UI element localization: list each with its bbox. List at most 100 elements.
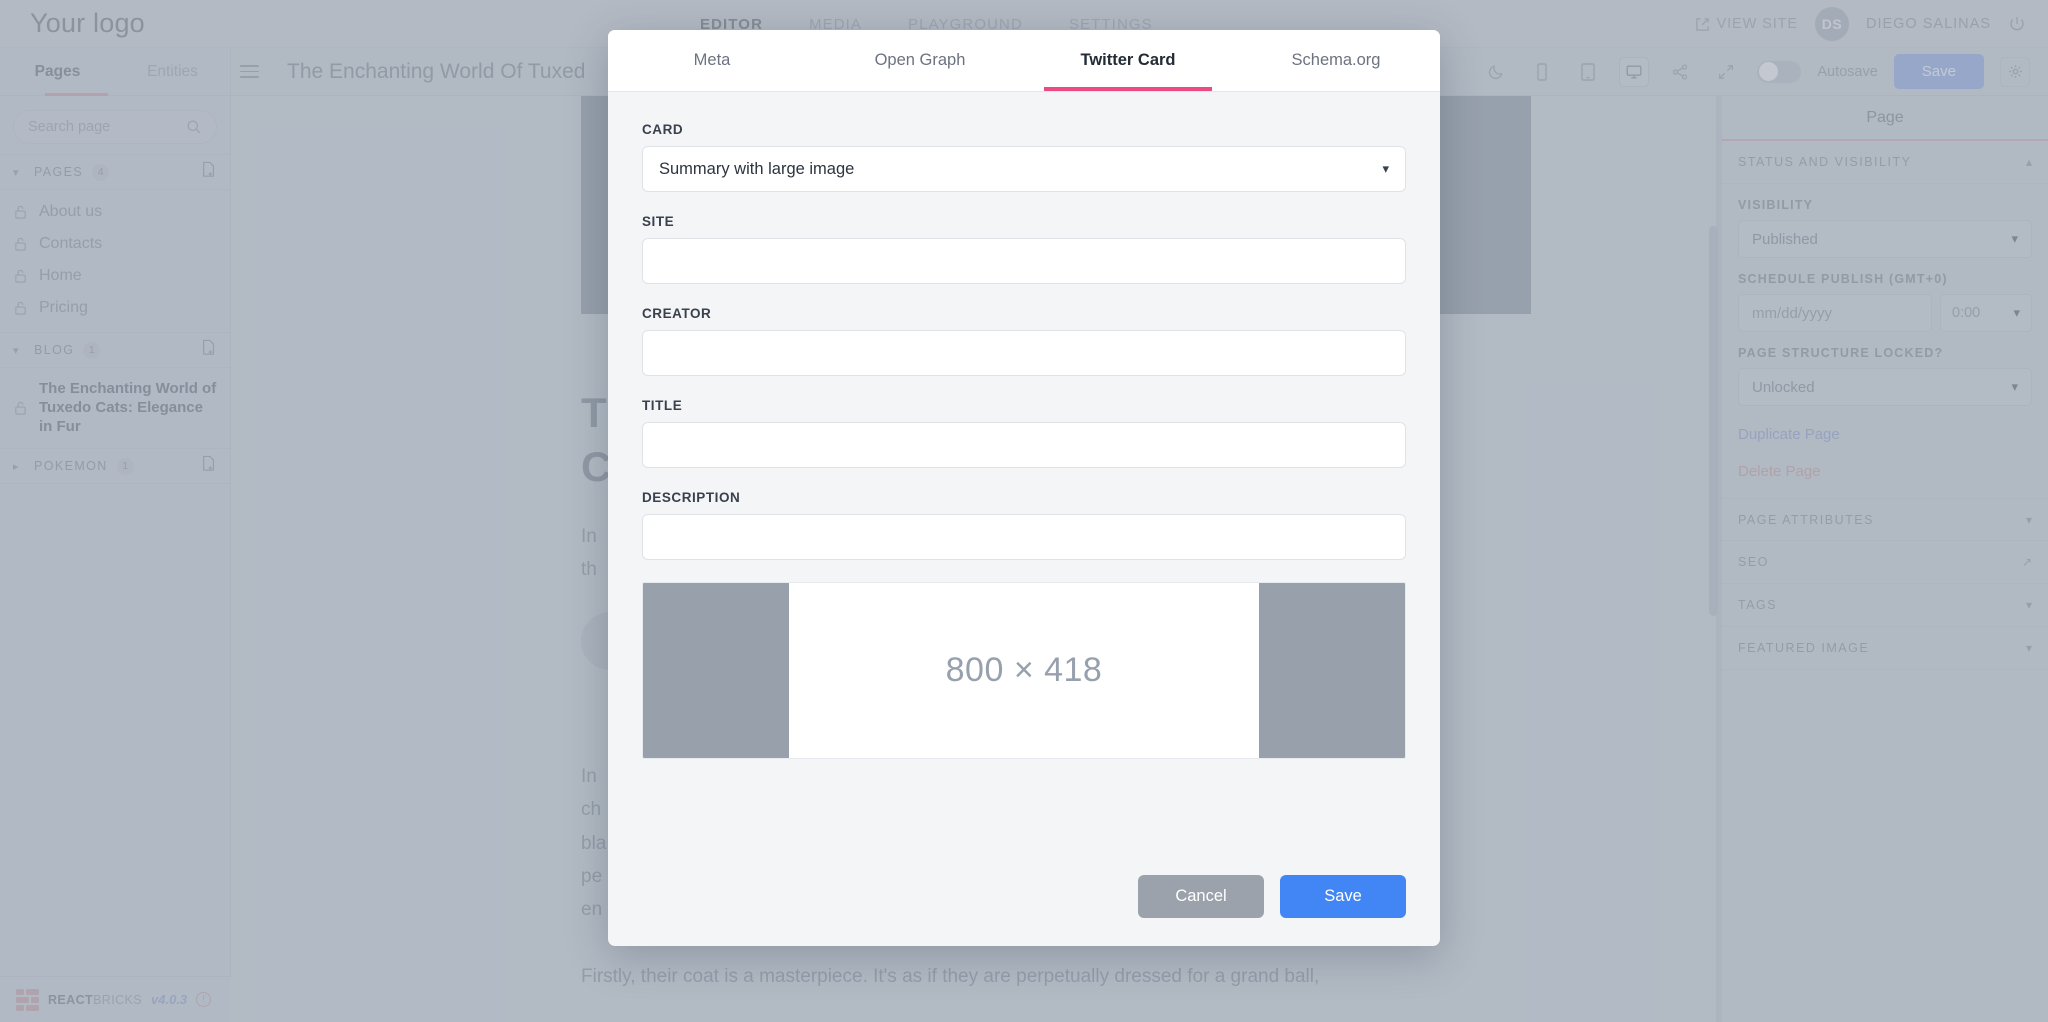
site-input[interactable] (642, 238, 1406, 284)
page-label: Home (39, 267, 82, 284)
view-site-button[interactable]: VIEW SITE (1695, 16, 1798, 32)
tablet-preview-icon[interactable] (1573, 57, 1603, 87)
pages-list: About us Contacts Home Pricing (0, 190, 230, 332)
add-page-icon[interactable] (201, 161, 217, 183)
page-structure-locked-select[interactable]: Unlocked ▾ (1738, 368, 2032, 406)
time-value: 0:00 (1952, 305, 1981, 321)
duplicate-page-link[interactable]: Duplicate Page (1738, 426, 2032, 443)
page-list-item[interactable]: Pricing (0, 292, 230, 324)
sidebar-tab-pages[interactable]: Pages (0, 48, 115, 95)
chevron-down-icon: ▾ (1382, 161, 1389, 176)
left-sidebar: Pages Entities Search page ▾ PAGES 4 Abo… (0, 48, 231, 1022)
menu-icon[interactable] (240, 65, 259, 78)
power-icon[interactable] (2008, 15, 2026, 33)
field-description: DESCRIPTION (642, 490, 1406, 560)
user-name[interactable]: DIEGO SALINAS (1866, 16, 1991, 32)
right-panel: Page STATUS AND VISIBILITY ▴ VISIBILITY … (1709, 96, 2048, 1022)
sidebar-section-pages[interactable]: ▾ PAGES 4 (0, 154, 230, 190)
external-link-icon: ↗ (2021, 555, 2032, 569)
field-title: TITLE (642, 398, 1406, 468)
description-input[interactable] (642, 514, 1406, 560)
field-label: CARD (642, 122, 684, 137)
fullscreen-icon[interactable] (1711, 57, 1741, 87)
sidebar-section-pokemon[interactable]: ▸ POKEMON 1 (0, 448, 230, 485)
schedule-date-input[interactable]: mm/dd/yyyy (1738, 294, 1932, 332)
title-input[interactable] (642, 422, 1406, 468)
section-tags[interactable]: TAGS ▾ (1722, 584, 2048, 627)
section-seo[interactable]: SEO ↗ (1722, 541, 2048, 584)
app-logo[interactable]: Your logo (30, 8, 145, 39)
chevron-down-icon: ▾ (2025, 641, 2032, 655)
section-label: PAGE ATTRIBUTES (1738, 512, 1874, 527)
dark-mode-icon[interactable] (1481, 57, 1511, 87)
sidebar-section-count: 1 (116, 457, 134, 475)
save-button-toolbar[interactable]: Save (1893, 54, 1984, 89)
sidebar-section-blog[interactable]: ▾ BLOG 1 (0, 332, 230, 368)
page-list-item-selected[interactable]: The Enchanting World of Tuxedo Cats: Ele… (0, 368, 230, 448)
creator-input[interactable] (642, 330, 1406, 376)
gear-icon[interactable] (2000, 56, 2030, 87)
page-list-item[interactable]: Home (0, 260, 230, 292)
version-label: v4.0.3 (151, 992, 188, 1007)
add-page-icon[interactable] (201, 339, 217, 361)
delete-page-link[interactable]: Delete Page (1738, 463, 2032, 480)
search-placeholder: Search page (28, 119, 111, 135)
autosave-toggle[interactable] (1757, 60, 1802, 83)
section-label: STATUS AND VISIBILITY (1738, 155, 1912, 169)
seo-settings-modal: Meta Open Graph Twitter Card Schema.org … (608, 30, 1440, 946)
section-status-visibility[interactable]: STATUS AND VISIBILITY ▴ (1722, 141, 2048, 184)
search-input[interactable]: Search page (13, 110, 217, 144)
chevron-up-icon: ▴ (2025, 155, 2032, 169)
image-side-left (643, 583, 789, 758)
page-title: The Enchanting World Of Tuxed (287, 59, 586, 83)
tab-open-graph[interactable]: Open Graph (816, 30, 1024, 91)
card-select-value: Summary with large image (659, 159, 855, 178)
chevron-down-icon: ▾ (2011, 379, 2018, 394)
desktop-preview-icon[interactable] (1619, 56, 1650, 87)
field-card: CARD Summary with large image ▾ (642, 122, 1406, 192)
tab-meta[interactable]: Meta (608, 30, 816, 91)
visibility-select[interactable]: Published ▾ (1738, 220, 2032, 258)
chevron-right-icon: ▸ (13, 460, 19, 473)
mobile-preview-icon[interactable] (1527, 57, 1557, 87)
panel-scrollbar[interactable] (1709, 226, 1718, 616)
view-site-label: VIEW SITE (1716, 16, 1798, 32)
tab-schema-org[interactable]: Schema.org (1232, 30, 1440, 91)
info-icon[interactable]: ! (196, 992, 212, 1007)
page-list-item[interactable]: About us (0, 196, 230, 228)
chevron-down-icon: ▾ (2011, 231, 2018, 246)
share-icon[interactable] (1665, 57, 1695, 87)
toggle-knob (1758, 62, 1778, 81)
image-dimensions-label: 800 × 418 (945, 651, 1103, 689)
page-label: Pricing (39, 299, 88, 316)
field-label: DESCRIPTION (642, 490, 741, 505)
avatar[interactable]: DS (1814, 7, 1849, 41)
unlock-icon (15, 301, 26, 315)
page-label: Contacts (39, 235, 103, 252)
sidebar-section-label: BLOG (34, 343, 75, 357)
add-page-icon[interactable] (201, 455, 217, 477)
field-creator: CREATOR (642, 306, 1406, 376)
page-list-item[interactable]: Contacts (0, 228, 230, 260)
page-title-group: The Enchanting World Of Tuxed (240, 60, 585, 84)
section-label: TAGS (1738, 598, 1778, 612)
card-select[interactable]: Summary with large image ▾ (642, 146, 1406, 192)
modal-tabs: Meta Open Graph Twitter Card Schema.org (608, 30, 1440, 92)
card-image-preview[interactable]: 800 × 418 (642, 582, 1406, 759)
chevron-down-icon: ▾ (13, 166, 19, 179)
save-button-modal[interactable]: Save (1280, 875, 1406, 918)
sidebar-tab-entities[interactable]: Entities (115, 48, 230, 95)
section-featured-image[interactable]: FEATURED IMAGE ▾ (1722, 627, 2048, 670)
cancel-button[interactable]: Cancel (1138, 875, 1264, 918)
page-structure-locked-label: PAGE STRUCTURE LOCKED? (1738, 346, 1944, 360)
tab-twitter-card[interactable]: Twitter Card (1024, 30, 1232, 91)
schedule-time-select[interactable]: 0:00 ▾ (1940, 294, 2032, 332)
unlock-icon (15, 205, 26, 219)
autosave-label: Autosave (1817, 63, 1878, 80)
field-label: TITLE (642, 398, 683, 413)
locked-value: Unlocked (1752, 378, 1815, 396)
sidebar-tab-indicator (45, 93, 108, 96)
image-center: 800 × 418 (789, 583, 1259, 758)
section-page-attributes[interactable]: PAGE ATTRIBUTES ▾ (1722, 498, 2048, 541)
unlock-icon (15, 269, 26, 283)
